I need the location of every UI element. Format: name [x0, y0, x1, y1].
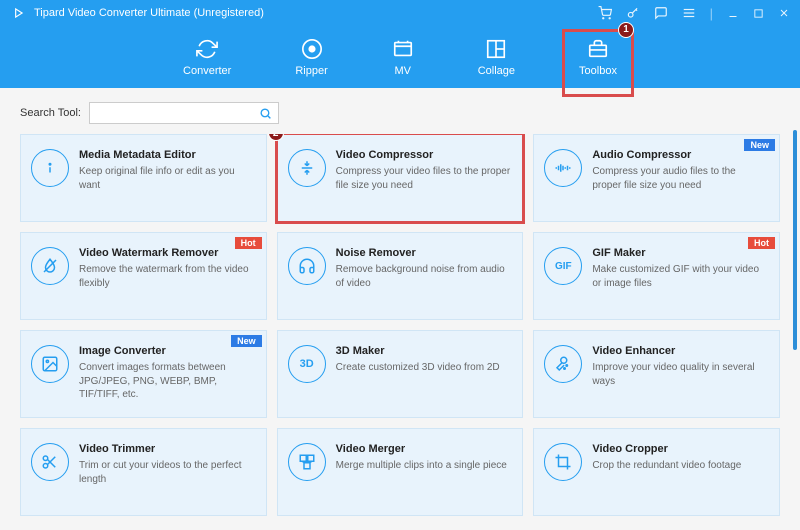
badge-new: New: [744, 139, 775, 151]
maximize-icon[interactable]: [753, 8, 764, 19]
window-controls: |: [598, 6, 790, 21]
image-icon: [31, 345, 69, 383]
nav-collage[interactable]: Collage: [466, 32, 527, 83]
watermark-icon: [31, 247, 69, 285]
audio-compress-icon: [544, 149, 582, 187]
search-box[interactable]: [89, 102, 279, 124]
search-input[interactable]: [96, 107, 259, 119]
tool-video-enhancer[interactable]: Video EnhancerImprove your video quality…: [533, 330, 780, 418]
tool-video-trimmer[interactable]: Video TrimmerTrim or cut your videos to …: [20, 428, 267, 516]
mv-icon: [392, 38, 414, 60]
nav-toolbox[interactable]: Toolbox 1: [567, 32, 629, 83]
tool-noise-remover[interactable]: Noise RemoverRemove background noise fro…: [277, 232, 524, 320]
cropper-icon: [544, 443, 582, 481]
compress-icon: [288, 149, 326, 187]
search-row: Search Tool:: [0, 88, 800, 134]
nav-highlight: [562, 29, 634, 97]
collage-icon: [485, 38, 507, 60]
tool-image-converter[interactable]: Image ConverterConvert images formats be…: [20, 330, 267, 418]
trimmer-icon: [31, 443, 69, 481]
tools-grid: Media Metadata EditorKeep original file …: [0, 134, 800, 530]
key-icon[interactable]: [626, 6, 640, 20]
badge-new: New: [231, 335, 262, 347]
titlebar: Tipard Video Converter Ultimate (Unregis…: [0, 0, 800, 26]
gif-icon: GIF: [544, 247, 582, 285]
app-logo-icon: [10, 5, 26, 21]
badge-hot: Hot: [235, 237, 262, 249]
noise-icon: [288, 247, 326, 285]
search-icon[interactable]: [259, 107, 272, 120]
3d-icon: 3D: [288, 345, 326, 383]
navbar: Converter Ripper MV Collage Toolbox 1: [0, 26, 800, 88]
nav-converter[interactable]: Converter: [171, 32, 243, 83]
tool-video-compressor[interactable]: Video CompressorCompress your video file…: [277, 134, 524, 222]
nav-ripper[interactable]: Ripper: [283, 32, 339, 83]
tool-watermark-remover[interactable]: Video Watermark RemoverRemove the waterm…: [20, 232, 267, 320]
minimize-icon[interactable]: [727, 7, 739, 19]
search-label: Search Tool:: [20, 107, 81, 119]
tool-audio-compressor[interactable]: Audio CompressorCompress your audio file…: [533, 134, 780, 222]
close-icon[interactable]: [778, 7, 790, 19]
ripper-icon: [301, 38, 323, 60]
merger-icon: [288, 443, 326, 481]
tool-video-cropper[interactable]: Video CropperCrop the redundant video fo…: [533, 428, 780, 516]
feedback-icon[interactable]: [654, 6, 668, 20]
menu-icon[interactable]: [682, 6, 696, 20]
callout-1: 1: [618, 22, 634, 38]
nav-mv[interactable]: MV: [380, 32, 426, 83]
tool-3d-maker[interactable]: 3D 3D MakerCreate customized 3D video fr…: [277, 330, 524, 418]
tool-video-merger[interactable]: Video MergerMerge multiple clips into a …: [277, 428, 524, 516]
callout-2: 2: [268, 134, 284, 141]
scrollbar[interactable]: [793, 130, 797, 350]
converter-icon: [196, 38, 218, 60]
cart-icon[interactable]: [598, 6, 612, 20]
info-icon: [31, 149, 69, 187]
badge-hot: Hot: [748, 237, 775, 249]
enhancer-icon: [544, 345, 582, 383]
app-title: Tipard Video Converter Ultimate (Unregis…: [34, 7, 264, 19]
tool-media-metadata[interactable]: Media Metadata EditorKeep original file …: [20, 134, 267, 222]
tool-gif-maker[interactable]: GIF GIF MakerMake customized GIF with yo…: [533, 232, 780, 320]
